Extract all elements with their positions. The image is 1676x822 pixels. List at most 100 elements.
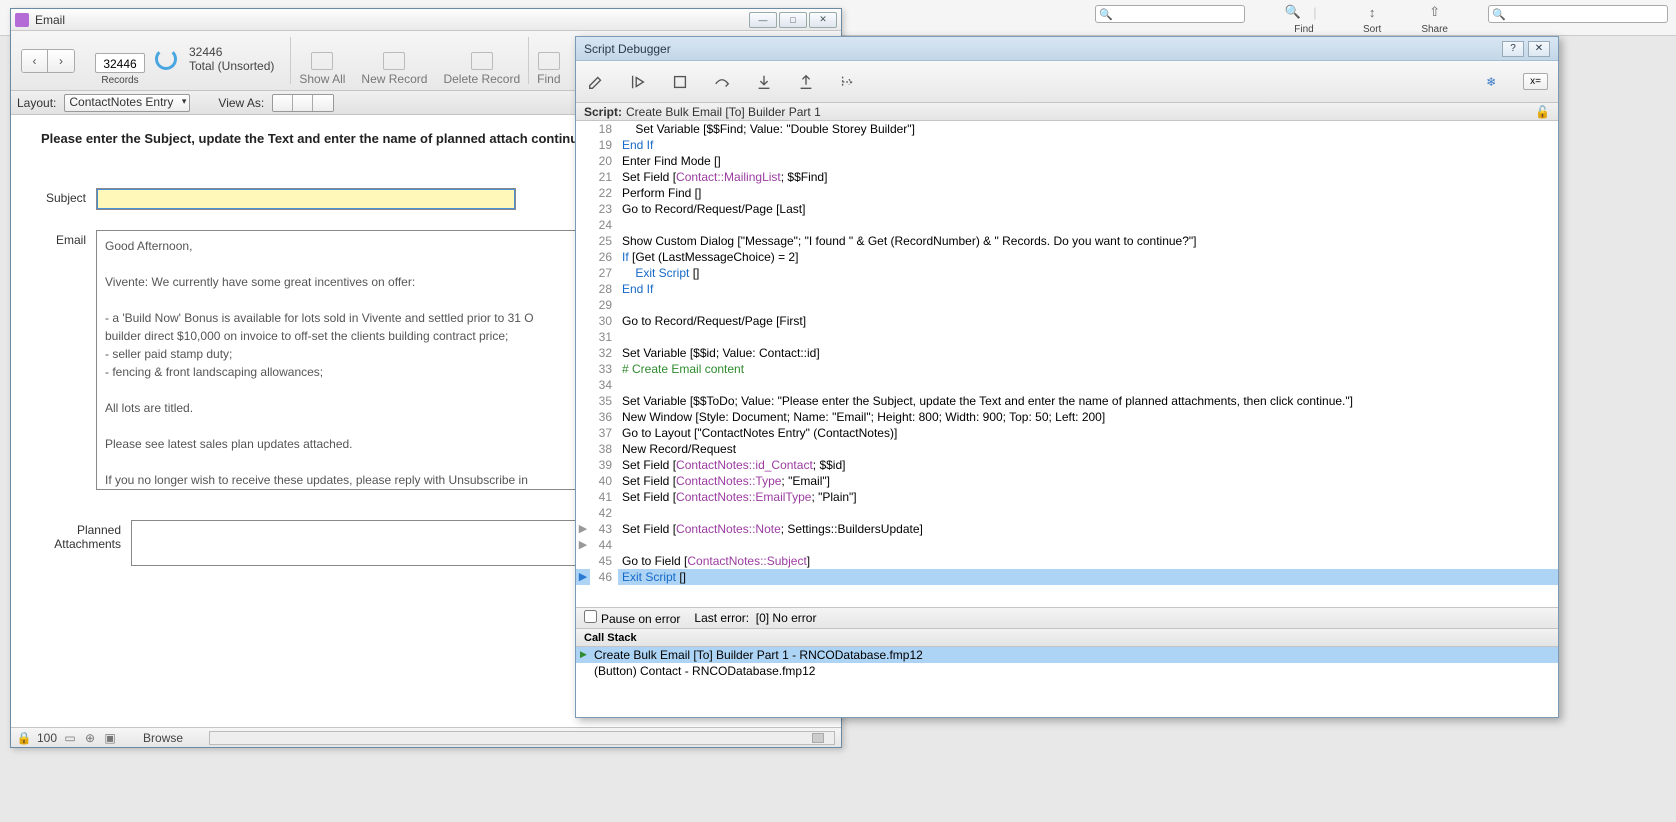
code-line[interactable]: 41Set Field [ContactNotes::EmailType; "P… <box>576 489 1558 505</box>
attachments-label: Planned Attachments <box>41 520 131 551</box>
code-line[interactable]: 19End If <box>576 137 1558 153</box>
zoom-in-icon[interactable]: ⊕ <box>83 731 97 745</box>
minimize-button[interactable]: — <box>749 12 777 28</box>
code-line[interactable]: 25Show Custom Dialog ["Message"; "I foun… <box>576 233 1558 249</box>
code-line[interactable]: 28End If <box>576 281 1558 297</box>
call-stack-header: Call Stack <box>576 629 1558 647</box>
code-line[interactable]: 23Go to Record/Request/Page [Last] <box>576 201 1558 217</box>
code-line[interactable]: 31 <box>576 329 1558 345</box>
zoom-value: 100 <box>37 731 57 745</box>
step-into-button[interactable] <box>754 72 774 92</box>
status-toggle-icon[interactable]: ▣ <box>103 731 117 745</box>
code-line[interactable]: 32Set Variable [$$id; Value: Contact::id… <box>576 345 1558 361</box>
code-line[interactable]: 40Set Field [ContactNotes::Type; "Email"… <box>576 473 1558 489</box>
email-label: Email <box>41 230 96 247</box>
maximize-button[interactable]: □ <box>779 12 807 28</box>
debugger-title: Script Debugger <box>584 42 1498 56</box>
prev-record-button[interactable]: ‹ <box>22 50 48 72</box>
code-line[interactable]: ▶46Exit Script [] <box>576 569 1558 585</box>
bg-search-group-2: 🔍 <box>1488 5 1668 35</box>
lock-icon: 🔓 <box>1535 105 1550 119</box>
debugger-titlebar[interactable]: Script Debugger ? ✕ <box>576 37 1558 61</box>
bg-search-group: 🔍 <box>1095 5 1245 35</box>
zoom-out-icon[interactable]: ▭ <box>63 731 77 745</box>
email-titlebar[interactable]: Email — □ ✕ <box>11 9 841 31</box>
code-line[interactable]: 30Go to Record/Request/Page [First] <box>576 313 1558 329</box>
stop-button[interactable] <box>670 72 690 92</box>
find-button[interactable]: Find <box>529 31 568 90</box>
status-bar: 🔒 100 ▭ ⊕ ▣ Browse <box>11 727 841 747</box>
sort-group[interactable]: ↕ Sort <box>1363 1 1381 35</box>
share-icon: ⇧ <box>1427 4 1443 20</box>
h-scrollbar[interactable] <box>209 731 835 745</box>
window-title: Email <box>35 13 749 27</box>
sort-divider: | <box>1307 4 1323 20</box>
code-line[interactable]: 45Go to Field [ContactNotes::Subject] <box>576 553 1558 569</box>
code-line[interactable]: ▶44 <box>576 537 1558 553</box>
share-group[interactable]: ⇧ Share <box>1421 1 1448 35</box>
delete-record-icon <box>471 52 493 70</box>
code-line[interactable]: 36New Window [Style: Document; Name: "Em… <box>576 409 1558 425</box>
code-line[interactable]: 34 <box>576 377 1558 393</box>
data-viewer-button[interactable]: x= <box>1523 73 1548 90</box>
code-line[interactable]: 37Go to Layout ["ContactNotes Entry" (Co… <box>576 425 1558 441</box>
pause-on-error-checkbox[interactable]: Pause on error <box>584 610 680 626</box>
last-error-value: [0] No error <box>756 611 817 625</box>
step-out-button[interactable] <box>796 72 816 92</box>
mode-label: Browse <box>143 731 183 745</box>
total-records: 32446 <box>189 45 274 59</box>
code-line[interactable]: 24 <box>576 217 1558 233</box>
set-next-button[interactable] <box>838 72 858 92</box>
code-line[interactable]: 18 Set Variable [$$Find; Value: "Double … <box>576 121 1558 137</box>
app-icon <box>15 13 29 27</box>
next-record-button[interactable]: › <box>48 50 74 72</box>
view-list-button[interactable] <box>293 95 313 111</box>
script-name: Create Bulk Email [To] Builder Part 1 <box>626 105 821 119</box>
layout-label: Layout: <box>17 96 56 110</box>
script-label: Script: <box>584 105 622 119</box>
edit-script-button[interactable] <box>586 72 606 92</box>
delete-record-button[interactable]: Delete Record <box>435 31 528 90</box>
code-line[interactable]: 35Set Variable [$$ToDo; Value: "Please e… <box>576 393 1558 409</box>
show-all-button[interactable]: Show All <box>291 31 353 90</box>
code-line[interactable]: 42 <box>576 505 1558 521</box>
code-area[interactable]: 18 Set Variable [$$Find; Value: "Double … <box>576 121 1558 607</box>
last-error-label: Last error: <box>694 611 749 625</box>
code-line[interactable]: 26If [Get (LastMessageChoice) = 2] <box>576 249 1558 265</box>
bg-search-2[interactable]: 🔍 <box>1488 5 1668 23</box>
lock-icon[interactable]: 🔒 <box>17 731 31 745</box>
new-record-button[interactable]: New Record <box>353 31 435 90</box>
find-group[interactable]: 🔍 | Find <box>1285 1 1323 35</box>
call-stack[interactable]: ▶Create Bulk Email [To] Builder Part 1 -… <box>576 647 1558 717</box>
code-line[interactable]: 33# Create Email content <box>576 361 1558 377</box>
view-table-button[interactable] <box>313 95 333 111</box>
code-line[interactable]: 21Set Field [Contact::MailingList; $$Fin… <box>576 169 1558 185</box>
step-over-button[interactable] <box>712 72 732 92</box>
view-form-button[interactable] <box>273 95 293 111</box>
code-line[interactable]: 22Perform Find [] <box>576 185 1558 201</box>
call-stack-row[interactable]: (Button) Contact - RNCODatabase.fmp12 <box>576 663 1558 679</box>
code-line[interactable]: 27 Exit Script [] <box>576 265 1558 281</box>
code-line[interactable]: 20Enter Find Mode [] <box>576 153 1558 169</box>
error-bar: Pause on error Last error: [0] No error <box>576 607 1558 629</box>
close-button[interactable]: ✕ <box>809 12 837 28</box>
find-icon: 🔍 <box>1285 4 1301 20</box>
debug-toggle-button[interactable]: ❄ <box>1481 72 1501 92</box>
view-as-label: View As: <box>218 96 264 110</box>
code-line[interactable]: ▶43Set Field [ContactNotes::Note; Settin… <box>576 521 1558 537</box>
code-line[interactable]: 39Set Field [ContactNotes::id_Contact; $… <box>576 457 1558 473</box>
subject-input[interactable] <box>96 188 516 210</box>
layout-select[interactable]: ContactNotes Entry <box>64 94 190 112</box>
close-button[interactable]: ✕ <box>1528 41 1550 57</box>
debugger-toolbar: ❄ x= <box>576 61 1558 103</box>
code-line[interactable]: 29 <box>576 297 1558 313</box>
find-label: Find <box>1294 24 1313 35</box>
current-record-field[interactable]: 32446 <box>95 53 145 73</box>
pie-icon <box>155 48 177 70</box>
call-stack-row[interactable]: ▶Create Bulk Email [To] Builder Part 1 -… <box>576 647 1558 663</box>
sort-label: Sort <box>1363 24 1381 35</box>
bg-search-1[interactable]: 🔍 <box>1095 5 1245 23</box>
code-line[interactable]: 38New Record/Request <box>576 441 1558 457</box>
run-button[interactable] <box>628 72 648 92</box>
help-button[interactable]: ? <box>1502 41 1524 57</box>
